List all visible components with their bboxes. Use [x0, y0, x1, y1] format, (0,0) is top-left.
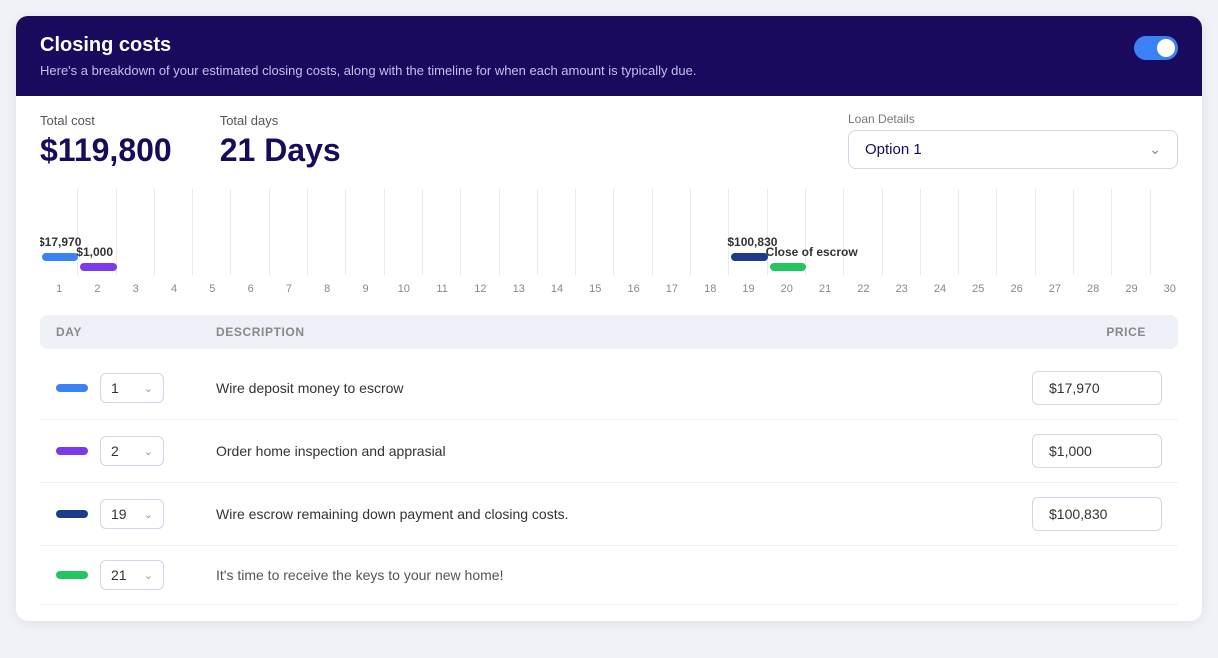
price-box: $100,830: [1032, 497, 1162, 531]
color-indicator: [56, 384, 88, 392]
table-header: DAY DESCRIPTION PRICE: [40, 315, 1178, 349]
color-indicator: [56, 510, 88, 518]
table-row: 1 ⌄ Wire deposit money to escrow $17,970: [40, 357, 1178, 420]
row-left: 2 ⌄: [56, 436, 216, 466]
col-header-desc: DESCRIPTION: [216, 325, 962, 339]
header: Closing costs Here's a breakdown of your…: [16, 16, 1202, 96]
loan-select-dropdown[interactable]: Option 1 ⌄: [848, 130, 1178, 169]
row-left: 21 ⌄: [56, 560, 216, 590]
closing-costs-card: Closing costs Here's a breakdown of your…: [16, 16, 1202, 621]
row-price: $17,970: [962, 371, 1162, 405]
chart-area: 1234567891011121314151617181920212223242…: [16, 173, 1202, 299]
chevron-down-icon: ⌄: [1149, 141, 1161, 158]
chevron-down-icon: ⌄: [144, 445, 153, 458]
table-section: DAY DESCRIPTION PRICE 1 ⌄ Wire deposit m…: [16, 299, 1202, 621]
header-text: Closing costs Here's a breakdown of your…: [40, 34, 696, 78]
total-cost-value: $119,800: [40, 132, 172, 169]
color-indicator: [56, 447, 88, 455]
color-indicator: [56, 571, 88, 579]
chevron-down-icon: ⌄: [144, 569, 153, 582]
total-cost-label: Total cost: [40, 113, 172, 128]
row-left: 19 ⌄: [56, 499, 216, 529]
loan-option-label: Option 1: [865, 141, 922, 158]
chevron-down-icon: ⌄: [144, 508, 153, 521]
table-row: 2 ⌄ Order home inspection and apprasial …: [40, 420, 1178, 483]
day-value: 2: [111, 443, 119, 459]
page-title: Closing costs: [40, 34, 696, 57]
row-left: 1 ⌄: [56, 373, 216, 403]
day-select[interactable]: 2 ⌄: [100, 436, 164, 466]
row-description: Wire escrow remaining down payment and c…: [216, 506, 962, 522]
page-subtitle: Here's a breakdown of your estimated clo…: [40, 63, 696, 78]
row-description: It's time to receive the keys to your ne…: [216, 567, 962, 583]
price-box: $17,970: [1032, 371, 1162, 405]
total-days-value: 21 Days: [220, 132, 341, 169]
day-value: 21: [111, 567, 127, 583]
row-price: $1,000: [962, 434, 1162, 468]
row-price: $100,830: [962, 497, 1162, 531]
day-value: 1: [111, 380, 119, 396]
toggle-switch[interactable]: [1134, 36, 1178, 60]
row-description: Order home inspection and apprasial: [216, 443, 962, 459]
day-select[interactable]: 19 ⌄: [100, 499, 164, 529]
table-body: 1 ⌄ Wire deposit money to escrow $17,970…: [40, 357, 1178, 605]
loan-details-label: Loan Details: [848, 112, 1178, 126]
col-header-day: DAY: [56, 325, 216, 339]
table-row: 21 ⌄ It's time to receive the keys to yo…: [40, 546, 1178, 605]
summary-row: Total cost $119,800 Total days 21 Days L…: [16, 96, 1202, 173]
total-days-label: Total days: [220, 113, 341, 128]
row-description: Wire deposit money to escrow: [216, 380, 962, 396]
day-select[interactable]: 1 ⌄: [100, 373, 164, 403]
total-cost-item: Total cost $119,800: [40, 113, 172, 169]
table-row: 19 ⌄ Wire escrow remaining down payment …: [40, 483, 1178, 546]
price-box: $1,000: [1032, 434, 1162, 468]
chevron-down-icon: ⌄: [144, 382, 153, 395]
chart-scroll[interactable]: 1234567891011121314151617181920212223242…: [40, 189, 1178, 299]
col-header-price: PRICE: [962, 325, 1162, 339]
day-value: 19: [111, 506, 127, 522]
day-select[interactable]: 21 ⌄: [100, 560, 164, 590]
total-days-item: Total days 21 Days: [220, 113, 341, 169]
loan-details: Loan Details Option 1 ⌄: [848, 112, 1178, 169]
chart-inner: 1234567891011121314151617181920212223242…: [40, 189, 1178, 299]
